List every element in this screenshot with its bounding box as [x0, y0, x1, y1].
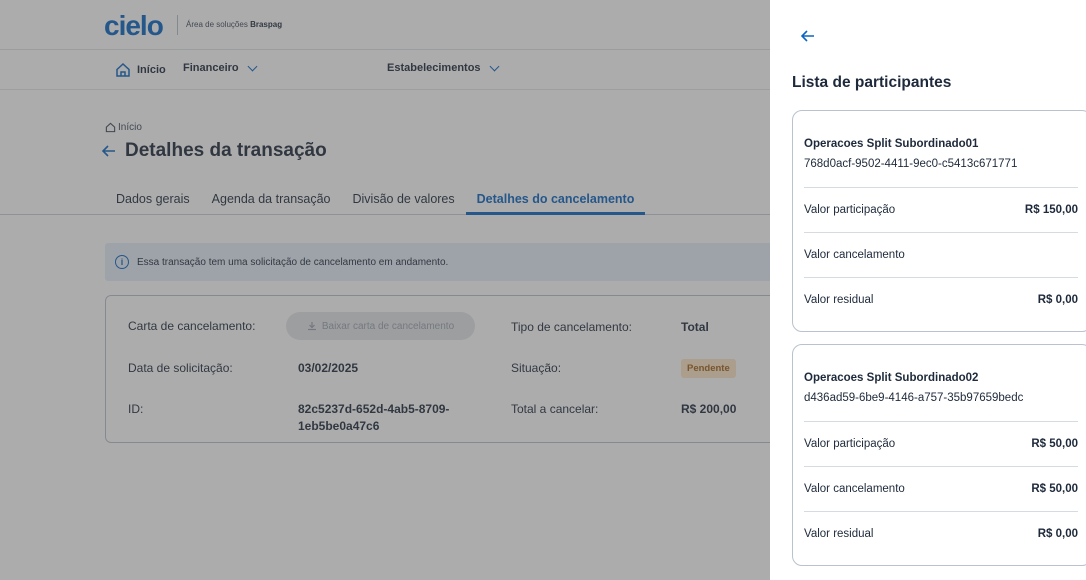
participants-drawer: Lista de participantes Operacoes Split S… — [770, 0, 1086, 580]
row-value: R$ 0,00 — [1037, 294, 1078, 306]
participant-row: Valor residual R$ 0,00 — [804, 277, 1078, 322]
row-value: R$ 50,00 — [1031, 483, 1078, 495]
participant-name: Operacoes Split Subordinado01 — [804, 138, 979, 150]
row-label: Valor residual — [804, 294, 874, 306]
row-value: R$ 0,00 — [1037, 528, 1078, 540]
participant-id: d436ad59-6be9-4146-a757-35b97659bedc — [804, 392, 1024, 404]
row-value: R$ 150,00 — [1024, 204, 1078, 216]
back-arrow-icon[interactable] — [800, 28, 816, 44]
participant-row: Valor participação R$ 150,00 — [804, 187, 1078, 232]
drawer-title: Lista de participantes — [792, 74, 952, 91]
participant-row: Valor cancelamento R$ 50,00 — [804, 466, 1078, 511]
row-label: Valor participação — [804, 438, 896, 450]
participant-row: Valor participação R$ 50,00 — [804, 421, 1078, 466]
modal-overlay[interactable] — [0, 0, 770, 580]
participant-row: Valor cancelamento — [804, 232, 1078, 277]
participant-name: Operacoes Split Subordinado02 — [804, 372, 979, 384]
row-label: Valor cancelamento — [804, 249, 905, 261]
participant-row: Valor residual R$ 0,00 — [804, 511, 1078, 556]
participant-card: Operacoes Split Subordinado02 d436ad59-6… — [792, 344, 1086, 566]
row-value: R$ 50,00 — [1031, 438, 1078, 450]
row-label: Valor residual — [804, 528, 874, 540]
row-label: Valor participação — [804, 204, 896, 216]
participant-card: Operacoes Split Subordinado01 768d0acf-9… — [792, 110, 1086, 332]
row-label: Valor cancelamento — [804, 483, 905, 495]
participant-id: 768d0acf-9502-4411-9ec0-c5413c671771 — [804, 158, 1018, 170]
